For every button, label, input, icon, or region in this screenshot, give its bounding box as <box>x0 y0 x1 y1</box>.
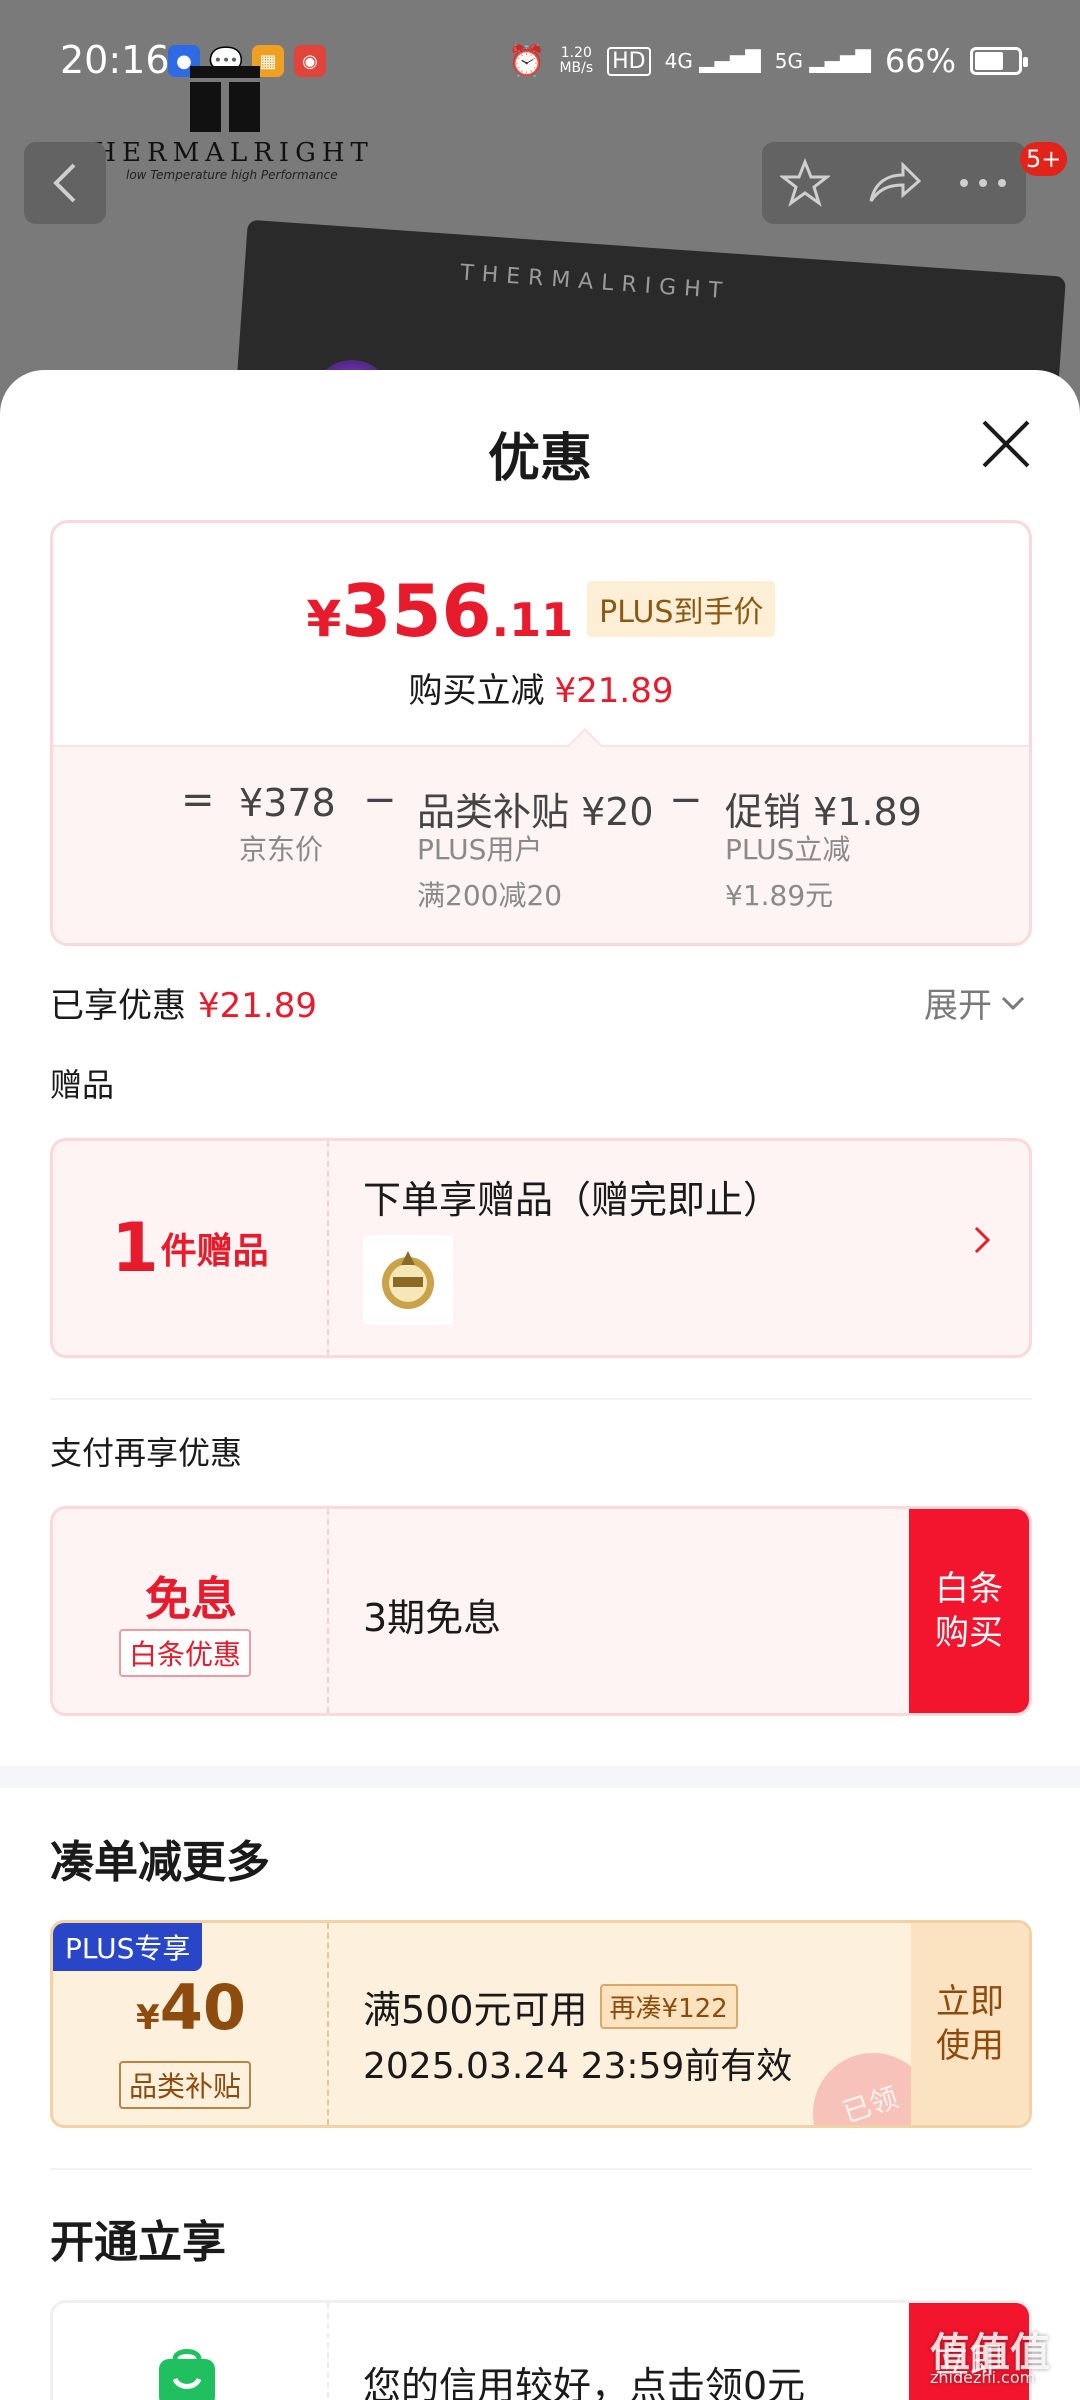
gift-card[interactable]: 1 件赠品 下单享赠品（赠完即止） <box>50 1138 1032 1358</box>
baitiao-buy-line1: 白条 <box>935 1569 1003 1609</box>
shopping-bag-icon <box>159 2349 215 2400</box>
payment-offer-card[interactable]: 免息 白条优惠 3期免息 白条 购买 <box>50 1506 1032 1716</box>
section-separator <box>0 1766 1080 1788</box>
coupon-extra-needed: 再凑¥122 <box>599 1984 738 2029</box>
coupon-amount-value: 40 <box>159 1971 246 2044</box>
saving-amount: ¥21.89 <box>554 671 674 711</box>
nav-actions <box>762 142 1026 224</box>
gift-count-unit: 件赠品 <box>160 1231 269 1272</box>
signal-4g-label: 4G <box>664 49 693 73</box>
promo-line2: ¥1.89元 <box>725 879 834 912</box>
jd-price-label: 京东价 <box>239 833 324 866</box>
saving-row: 购买立减 ¥21.89 <box>53 663 1029 712</box>
brand-name: THERMALRIGHT <box>70 138 374 168</box>
section-divider <box>50 2168 1032 2170</box>
signal-5g-icon: 5G ▂▄▆█ <box>774 49 871 73</box>
battery-fill <box>975 52 1003 70</box>
expand-label: 展开 <box>924 986 992 1026</box>
plus-exclusive-badge: PLUS专享 <box>53 1923 203 1971</box>
coupon-currency: ¥ <box>136 1998 160 2038</box>
baitiao-buy-label: 白条 购买 <box>935 1567 1003 1655</box>
payment-offer-left: 免息 白条优惠 <box>53 1509 329 1713</box>
use-coupon-label: 立即 使用 <box>936 1980 1004 2068</box>
coupon-type-tag: 品类补贴 <box>119 2061 252 2109</box>
credit-offer-card[interactable]: 您的信用较好，点击领0元 立即 <box>50 2300 1032 2400</box>
chevron-down-icon <box>1001 996 1025 1010</box>
minus-sign: − <box>363 777 397 823</box>
net-speed-unit: MB/s <box>559 60 594 76</box>
enjoyed-discount: 已享优惠 ¥21.89 <box>50 978 317 1027</box>
coupon-left: PLUS专享 ¥40 品类补贴 <box>53 1923 329 2125</box>
use-coupon-line1: 立即 <box>936 1982 1004 2022</box>
plus-price-tag: PLUS到手价 <box>587 581 776 637</box>
final-price-area: ¥ 356 .11 PLUS到手价 购买立减 ¥21.89 <box>53 523 1029 745</box>
payment-offer-text: 3期免息 <box>363 1596 502 1640</box>
payment-offer-tag: 白条优惠 <box>119 1629 252 1677</box>
payment-section-label: 支付再享优惠 <box>50 1434 243 1472</box>
hd-icon: HD <box>607 46 651 76</box>
brand-logo: THERMALRIGHT low Temperature high Perfor… <box>70 66 390 186</box>
net-speed: 1.20 MB/s <box>559 46 593 76</box>
product-page-background: 20:16 ● 💬 ▦ ◉ ⏰ 1.20 MB/s HD 4G ▂▄▆█ 5G … <box>0 0 1080 420</box>
price-decimal: .11 <box>491 593 574 647</box>
more-icon[interactable] <box>958 177 1008 189</box>
battery-icon <box>970 47 1028 75</box>
back-button[interactable] <box>24 142 106 224</box>
status-indicators: ⏰ 1.20 MB/s HD 4G ▂▄▆█ 5G ▂▄▆█ 66% <box>508 42 1028 80</box>
price-integer: 356 <box>341 569 492 653</box>
brand-tagline: low Temperature high Performance <box>126 168 338 182</box>
baitiao-buy-button[interactable]: 白条 购买 <box>909 1509 1029 1713</box>
gift-section-label: 赠品 <box>50 1066 115 1104</box>
notification-badge: 5+ <box>1020 142 1068 176</box>
gift-thumbnail[interactable] <box>363 1235 453 1325</box>
gift-title: 下单享赠品（赠完即止） <box>363 1178 782 1222</box>
equals-sign: = <box>181 777 215 823</box>
enjoyed-amount: ¥21.89 <box>198 986 317 1026</box>
open-section-title: 开通立享 <box>50 2217 226 2268</box>
jd-price: ¥378 <box>239 781 336 825</box>
coupon-amount: ¥40 <box>53 1971 329 2044</box>
discount-sheet: 优惠 ¥ 356 .11 PLUS到手价 购买立减 ¥21.89 = ¥378 京… <box>0 370 1080 2400</box>
credit-offer-left <box>53 2303 329 2400</box>
site-watermark-url: zhidezhi.com <box>930 2368 1036 2387</box>
gift-count-number: 1 <box>111 1208 159 1288</box>
share-icon[interactable] <box>867 161 921 205</box>
price-breakdown-card: ¥ 356 .11 PLUS到手价 购买立减 ¥21.89 = ¥378 京东价 … <box>50 520 1032 946</box>
battery-percent: 66% <box>884 42 956 80</box>
net-speed-value: 1.20 <box>560 45 592 61</box>
coupon-validity: 2025.03.24 23:59前有效 <box>363 2046 793 2087</box>
alarm-icon: ⏰ <box>508 43 546 79</box>
minus-sign: − <box>669 777 703 823</box>
chevron-left-icon <box>53 163 76 203</box>
coupon-card[interactable]: PLUS专享 ¥40 品类补贴 满500元可用 再凑¥122 2025.03.2… <box>50 1920 1032 2128</box>
baitiao-buy-line2: 购买 <box>935 1613 1003 1653</box>
saving-label: 购买立减 <box>408 671 545 711</box>
bundle-section-title: 凑单减更多 <box>50 1837 270 1888</box>
payment-offer-main: 免息 <box>145 1572 237 1626</box>
signal-4g-icon: 4G ▂▄▆█ <box>664 49 761 73</box>
subsidy-line2: 满200减20 <box>417 879 563 912</box>
gift-count: 1 件赠品 <box>53 1141 329 1355</box>
use-coupon-line2: 使用 <box>936 2026 1004 2066</box>
final-price: ¥ 356 .11 PLUS到手价 <box>53 569 1029 653</box>
chevron-right-icon <box>974 1226 991 1254</box>
section-divider <box>50 1398 1032 1400</box>
promo-line1: PLUS立减 <box>725 833 851 866</box>
price-currency: ¥ <box>306 590 342 648</box>
use-coupon-button[interactable]: 立即 使用 <box>911 1923 1029 2125</box>
credit-offer-text: 您的信用较好，点击领0元 <box>363 2364 806 2400</box>
sheet-title: 优惠 <box>487 429 592 489</box>
enjoyed-label: 已享优惠 <box>50 986 186 1026</box>
close-icon[interactable] <box>978 416 1034 472</box>
gift-badge-icon <box>382 1251 434 1309</box>
brand-mark-icon <box>190 66 260 132</box>
signal-5g-label: 5G <box>774 49 803 73</box>
coupon-condition: 满500元可用 <box>363 1988 588 2032</box>
subsidy-line1: PLUS用户 <box>417 833 543 866</box>
star-icon[interactable] <box>780 158 831 208</box>
price-formula: = ¥378 京东价 − 品类补贴 ¥20 PLUS用户 满200减20 − 促… <box>53 745 1029 943</box>
coupon-condition-row: 满500元可用 再凑¥122 <box>363 1979 738 2034</box>
expand-button[interactable]: 展开 <box>924 978 1026 1027</box>
